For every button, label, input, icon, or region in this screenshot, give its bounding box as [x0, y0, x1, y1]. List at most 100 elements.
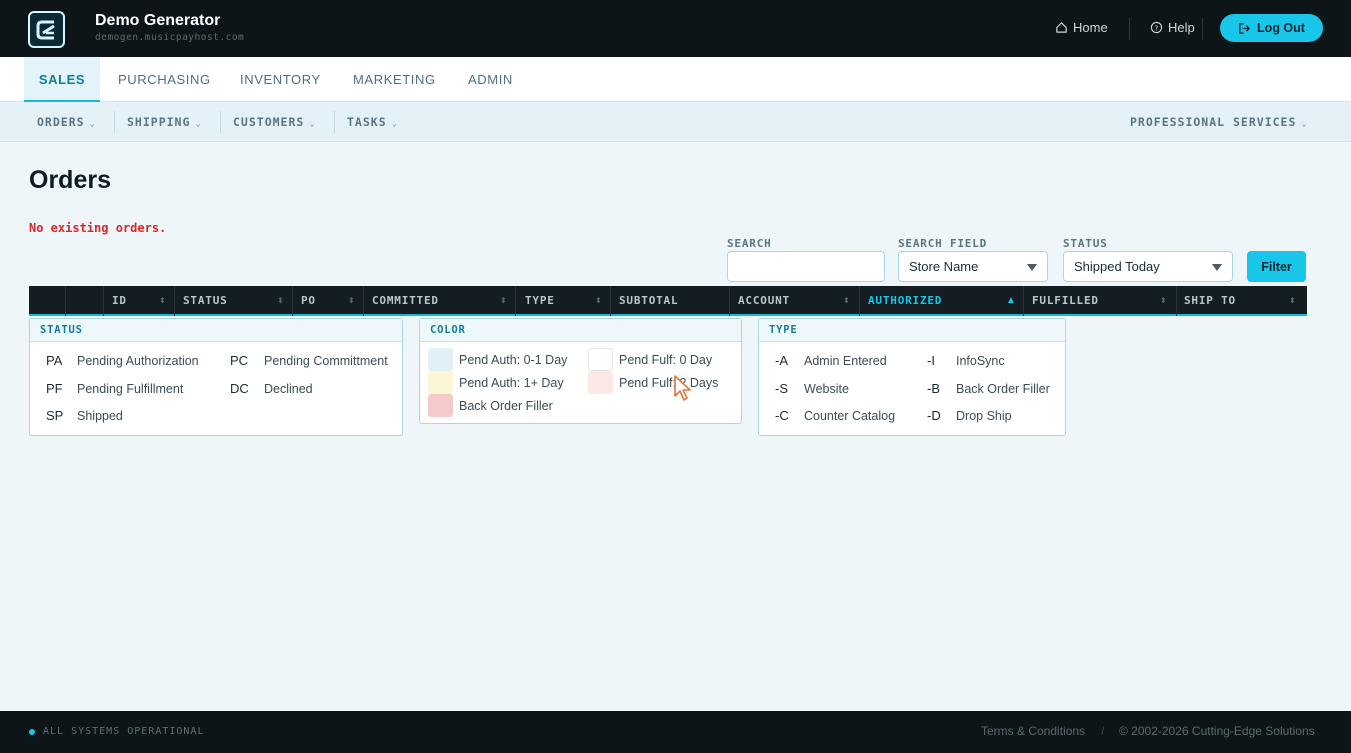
column-header-type[interactable]: TYPE — [525, 286, 555, 316]
tab-purchasing[interactable]: PURCHASING — [118, 57, 211, 102]
color-swatch — [428, 371, 453, 394]
column-header-account[interactable]: ACCOUNT — [738, 286, 790, 316]
help-label: Help — [1168, 20, 1195, 35]
legend-item: PA Pending Authorization — [46, 353, 199, 368]
home-link[interactable]: Home — [1055, 20, 1108, 35]
top-bar: Demo Generator demogen.musicpayhost.com … — [0, 0, 1351, 57]
column-header-fulfilled[interactable]: FULFILLED — [1032, 286, 1099, 316]
caret-down-icon — [1212, 264, 1222, 271]
column-header-committed[interactable]: COMMITTED — [372, 286, 439, 316]
subnav-customers-label: CUSTOMERS — [233, 115, 305, 129]
color-swatch — [428, 348, 453, 371]
legend-item: PF Pending Fulfillment — [46, 381, 183, 396]
legend-code: -C — [775, 408, 789, 423]
legend-item: SP Shipped — [46, 408, 123, 423]
status-legend-title: STATUS — [30, 319, 402, 342]
legend-label: Drop Ship — [956, 408, 1012, 423]
page-title: Orders — [29, 166, 111, 194]
help-link[interactable]: ? Help — [1150, 20, 1195, 35]
home-icon — [1056, 22, 1067, 33]
orders-table-header: ID ⬍ STATUS ⬍ PO ⬍ COMMITTED ⬍ TYPE ⬍ SU… — [29, 286, 1307, 316]
empty-orders-message: No existing orders. — [29, 221, 167, 235]
sort-icon[interactable]: ⬍ — [500, 286, 507, 316]
legend-code: -I — [927, 353, 935, 368]
header-divider — [1129, 18, 1130, 40]
app-logo-icon[interactable] — [28, 11, 65, 48]
legend-label: Pend Fulf: 0 Day — [619, 352, 713, 367]
tab-inventory[interactable]: INVENTORY — [240, 57, 321, 102]
column-header-po[interactable]: PO — [301, 286, 316, 316]
legend-label: Website — [804, 381, 849, 396]
search-label: SEARCH — [727, 237, 772, 250]
legend-label: Pend Auth: 1+ Day — [459, 375, 564, 390]
status-indicator-icon — [29, 729, 35, 735]
legend-code: -S — [775, 381, 788, 396]
subnav-professional-services-label: PROFESSIONAL SERVICES — [1130, 115, 1297, 129]
column-divider — [65, 286, 66, 316]
legend-item: PC Pending Committment — [230, 353, 388, 368]
column-divider — [103, 286, 104, 316]
copyright: © 2002-2026 Cutting-Edge Solutions — [1119, 724, 1315, 738]
column-divider — [859, 286, 860, 316]
logout-icon — [1239, 22, 1251, 34]
chevron-down-icon: ⌄ — [391, 119, 399, 129]
legend-label: Pend Auth: 0-1 Day — [459, 352, 568, 367]
column-header-id[interactable]: ID — [112, 286, 127, 316]
color-legend-title: COLOR — [420, 319, 741, 342]
color-legend-panel: COLOR Pend Auth: 0-1 Day Pend Fulf: 0 Da… — [419, 318, 742, 424]
subnav-customers[interactable]: CUSTOMERS ⌄ — [233, 102, 316, 142]
legend-item: -D Drop Ship — [927, 408, 1012, 423]
footer-separator: / — [1101, 724, 1105, 738]
caret-down-icon — [1027, 264, 1037, 271]
subnav-divider — [334, 111, 335, 133]
legend-label: Pend Fulf: 2 Days — [619, 375, 719, 390]
sort-icon[interactable]: ⬍ — [277, 286, 284, 316]
column-divider — [1023, 286, 1024, 316]
legend-item: -S Website — [775, 381, 849, 396]
legend-code: -D — [927, 408, 941, 423]
chevron-down-icon: ⌄ — [195, 119, 202, 129]
status-select[interactable]: Shipped Today — [1063, 251, 1233, 282]
terms-link[interactable]: Terms & Conditions — [981, 724, 1085, 738]
tab-sales[interactable]: SALES — [24, 57, 100, 102]
subnav-professional-services[interactable]: PROFESSIONAL SERVICES ⌄ — [1130, 102, 1308, 142]
legend-item: Pend Auth: 0-1 Day — [428, 348, 567, 371]
search-input[interactable] — [727, 251, 885, 282]
status-legend-panel: STATUS PA Pending Authorization PC Pending… — [29, 318, 403, 436]
column-header-authorized[interactable]: AUTHORIZED — [868, 286, 942, 316]
subnav-divider — [220, 111, 221, 133]
sub-nav: ORDERS ⌄ SHIPPING ⌄ CUSTOMERS ⌄ TASKS ⌄ PROF… — [0, 102, 1351, 142]
sort-icon[interactable]: ⬍ — [1289, 286, 1296, 316]
filter-button[interactable]: Filter — [1247, 251, 1306, 282]
sort-icon[interactable]: ⬍ — [595, 286, 602, 316]
status-value: Shipped Today — [1074, 259, 1160, 274]
column-header-subtotal[interactable]: SUBTOTAL — [619, 286, 678, 316]
column-header-ship-to[interactable]: SHIP TO — [1184, 286, 1236, 316]
sort-icon[interactable]: ⬍ — [159, 286, 166, 316]
column-divider — [1176, 286, 1177, 316]
status-label: STATUS — [1063, 237, 1108, 250]
legend-label: Pending Authorization — [77, 353, 199, 368]
column-header-status[interactable]: STATUS — [183, 286, 228, 316]
column-divider — [292, 286, 293, 316]
legend-label: Pending Committment — [264, 353, 388, 368]
sort-icon[interactable]: ⬍ — [843, 286, 850, 316]
subnav-tasks[interactable]: TASKS ⌄ — [347, 102, 398, 142]
search-field-value: Store Name — [909, 259, 979, 274]
legend-code: -A — [775, 353, 788, 368]
column-divider — [610, 286, 611, 316]
sort-icon[interactable]: ⬍ — [348, 286, 355, 316]
tab-admin[interactable]: ADMIN — [468, 57, 513, 102]
subnav-shipping[interactable]: SHIPPING ⌄ — [127, 102, 202, 142]
tab-marketing[interactable]: MARKETING — [353, 57, 436, 102]
subnav-orders[interactable]: ORDERS ⌄ — [37, 102, 96, 142]
legend-item: Pend Fulf: 2 Days — [588, 371, 718, 394]
subnav-shipping-label: SHIPPING — [127, 115, 191, 129]
legend-item: -C Counter Catalog — [775, 408, 895, 423]
logout-button[interactable]: Log Out — [1220, 14, 1323, 42]
sort-ascending-icon[interactable]: ▲ — [1006, 286, 1016, 316]
search-field-select[interactable]: Store Name — [898, 251, 1048, 282]
color-swatch — [428, 394, 453, 417]
mouse-cursor-icon — [674, 375, 691, 401]
sort-icon[interactable]: ⬍ — [1160, 286, 1167, 316]
